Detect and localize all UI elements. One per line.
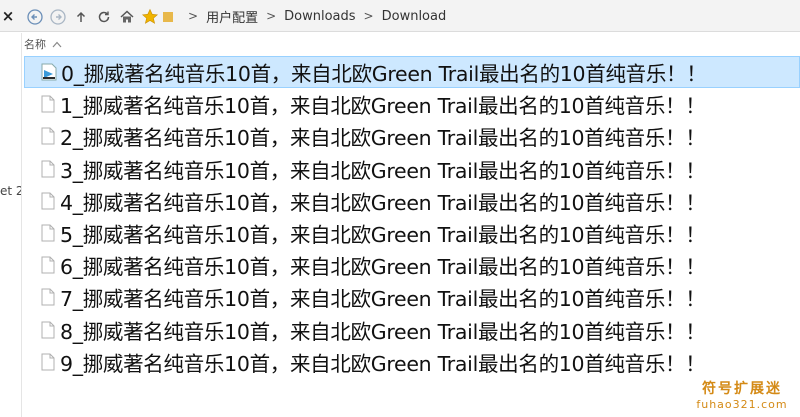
column-header-label: 名称: [24, 38, 46, 51]
file-icon: [40, 192, 56, 210]
breadcrumb-separator: >: [363, 9, 374, 23]
file-name: 8_挪威著名纯音乐10首，来自北欧Green Trail最出名的10首纯音乐！！: [60, 319, 706, 344]
home-icon[interactable]: [118, 8, 136, 26]
file-row[interactable]: 7_挪威著名纯音乐10首，来自北欧Green Trail最出名的10首纯音乐！！: [24, 281, 800, 313]
sort-ascending-icon: [52, 38, 62, 51]
navigation-pane-item[interactable]: et 2: [0, 184, 21, 198]
navigation-pane[interactable]: et 2: [0, 33, 22, 417]
file-row[interactable]: 3_挪威著名纯音乐10首，来自北欧Green Trail最出名的10首纯音乐！！: [24, 153, 800, 185]
video-file-icon: [41, 63, 57, 81]
star-icon[interactable]: [141, 8, 159, 26]
breadcrumb-separator: >: [188, 9, 199, 23]
file-icon: [40, 288, 56, 306]
back-icon[interactable]: [26, 8, 44, 26]
breadcrumb-item-download[interactable]: Download: [378, 9, 451, 24]
file-row[interactable]: 0_挪威著名纯音乐10首，来自北欧Green Trail最出名的10首纯音乐！！: [24, 56, 800, 89]
file-icon: [40, 95, 56, 113]
watermark-url: fuhao321.com: [696, 398, 788, 411]
file-name: 9_挪威著名纯音乐10首，来自北欧Green Trail最出名的10首纯音乐！！: [60, 351, 706, 376]
address-toolbar: × > 用户配置 > Downloads > Download: [0, 0, 800, 32]
close-pane-button[interactable]: ×: [0, 7, 16, 25]
file-name: 7_挪威著名纯音乐10首，来自北欧Green Trail最出名的10首纯音乐！！: [60, 287, 706, 312]
breadcrumb-separator: >: [266, 9, 277, 23]
file-name: 3_挪威著名纯音乐10首，来自北欧Green Trail最出名的10首纯音乐！！: [60, 158, 706, 183]
file-icon: [40, 353, 56, 371]
column-header-name[interactable]: 名称: [24, 35, 62, 53]
refresh-icon[interactable]: [95, 8, 113, 26]
file-row[interactable]: 9_挪威著名纯音乐10首，来自北欧Green Trail最出名的10首纯音乐！！: [24, 346, 800, 378]
up-icon[interactable]: [72, 8, 90, 26]
forward-icon[interactable]: [49, 8, 67, 26]
file-icon: [40, 127, 56, 145]
breadcrumb-item-downloads[interactable]: Downloads: [280, 9, 359, 24]
watermark: 符号扩展迷 fuhao321.com: [692, 378, 792, 411]
file-row[interactable]: 6_挪威著名纯音乐10首，来自北欧Green Trail最出名的10首纯音乐！！: [24, 249, 800, 281]
file-name: 5_挪威著名纯音乐10首，来自北欧Green Trail最出名的10首纯音乐！！: [60, 223, 706, 248]
folder-icon: [162, 8, 174, 26]
file-list: 0_挪威著名纯音乐10首，来自北欧Green Trail最出名的10首纯音乐！！…: [24, 56, 800, 378]
file-icon: [40, 256, 56, 274]
watermark-title: 符号扩展迷: [702, 381, 782, 397]
file-row[interactable]: 2_挪威著名纯音乐10首，来自北欧Green Trail最出名的10首纯音乐！！: [24, 120, 800, 152]
file-icon: [40, 160, 56, 178]
file-row[interactable]: 4_挪威著名纯音乐10首，来自北欧Green Trail最出名的10首纯音乐！！: [24, 185, 800, 217]
file-name: 4_挪威著名纯音乐10首，来自北欧Green Trail最出名的10首纯音乐！！: [60, 190, 706, 215]
file-icon: [40, 224, 56, 242]
file-row[interactable]: 5_挪威著名纯音乐10首，来自北欧Green Trail最出名的10首纯音乐！！: [24, 217, 800, 249]
file-name: 2_挪威著名纯音乐10首，来自北欧Green Trail最出名的10首纯音乐！！: [60, 126, 706, 151]
file-name: 0_挪威著名纯音乐10首，来自北欧Green Trail最出名的10首纯音乐！！: [61, 62, 707, 87]
file-name: 6_挪威著名纯音乐10首，来自北欧Green Trail最出名的10首纯音乐！！: [60, 255, 706, 280]
file-row[interactable]: 1_挪威著名纯音乐10首，来自北欧Green Trail最出名的10首纯音乐！！: [24, 88, 800, 120]
breadcrumb: > 用户配置 > Downloads > Download: [184, 0, 450, 32]
file-icon: [40, 321, 56, 339]
breadcrumb-item-user-profile[interactable]: 用户配置: [202, 7, 262, 26]
file-name: 1_挪威著名纯音乐10首，来自北欧Green Trail最出名的10首纯音乐！！: [60, 94, 706, 119]
file-row[interactable]: 8_挪威著名纯音乐10首，来自北欧Green Trail最出名的10首纯音乐！！: [24, 314, 800, 346]
